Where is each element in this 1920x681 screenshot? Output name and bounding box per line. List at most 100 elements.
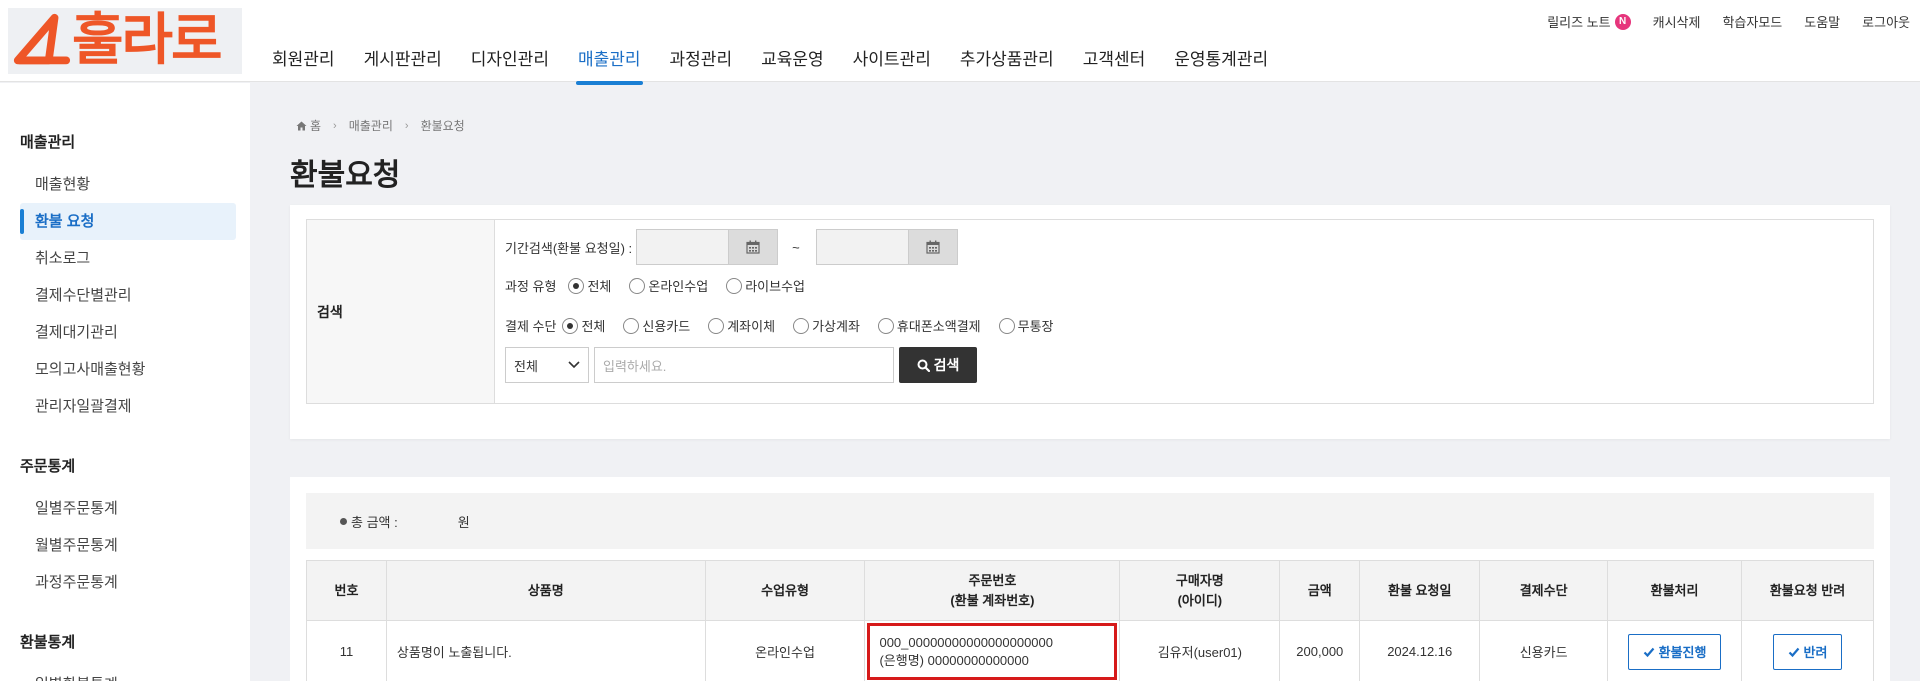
nav-addon[interactable]: 추가상품관리: [960, 40, 1054, 85]
chevron-right-icon: ›: [333, 119, 337, 132]
cache-delete-link[interactable]: 캐시삭제: [1653, 12, 1701, 31]
refund-list-panel: 총 금액 : 원 번호 상품명 수업유형 주문번호 (환불 계좌번호) 구매자명(…: [290, 477, 1890, 681]
top-header: 훌라로 회원관리 게시판관리 디자인관리 매출관리 과정관리 교육운영 사이트관…: [0, 0, 1920, 85]
date-range-separator: ~: [792, 239, 800, 255]
refund-process-button[interactable]: 환불진행: [1627, 633, 1722, 670]
breadcrumb-sales[interactable]: 매출관리: [349, 117, 393, 134]
total-amount-bar: 총 금액 : 원: [306, 493, 1874, 549]
search-button[interactable]: 검색: [899, 347, 977, 383]
start-date-calendar-button[interactable]: [728, 229, 779, 265]
logout-link[interactable]: 로그아웃: [1862, 12, 1910, 31]
sidebar-item-sales-status[interactable]: 매출현황: [20, 166, 236, 203]
sidebar-item-refund-request[interactable]: 환불 요청: [20, 203, 236, 240]
sidebar-item-admin-bulk-payment[interactable]: 관리자일괄결제: [20, 388, 236, 425]
cell-payment: 신용카드: [1479, 620, 1609, 681]
check-icon: [1643, 647, 1654, 657]
nav-stats[interactable]: 운영통계관리: [1174, 40, 1268, 85]
col-payment: 결제수단: [1479, 560, 1609, 621]
nav-sales[interactable]: 매출관리: [575, 40, 643, 85]
utility-links: 릴리즈 노트 N 캐시삭제 학습자모드 도움말 로그아웃: [1525, 12, 1910, 31]
logo-text: 훌라로: [72, 8, 223, 73]
check-icon: [1788, 647, 1799, 657]
total-amount-unit: 원: [457, 514, 470, 530]
payment-radio-card[interactable]: 신용카드: [623, 316, 690, 335]
nav-course[interactable]: 과정관리: [670, 40, 733, 85]
release-notes-label: 릴리즈 노트: [1547, 15, 1611, 30]
nav-support[interactable]: 고객센터: [1083, 40, 1146, 85]
col-no: 번호: [306, 560, 387, 621]
col-amount: 금액: [1279, 560, 1361, 621]
payment-method-row: 결제 수단 전체 신용카드 계좌이체 가상계좌 휴대폰소액결제 무통장: [505, 316, 1072, 335]
sidebar-item-daily-order[interactable]: 일별주문통계: [20, 490, 236, 527]
course-type-radio-online[interactable]: 온라인수업: [629, 276, 708, 295]
col-product: 상품명: [385, 560, 706, 621]
breadcrumb-current: 환불요청: [420, 119, 465, 133]
calendar-icon: [746, 240, 760, 254]
sidebar-item-mock-exam-sales[interactable]: 모의고사매출현황: [20, 351, 236, 388]
sidebar-group-title: 환불통계: [20, 634, 76, 651]
cell-amount: 200,000: [1279, 620, 1361, 681]
logo-icon: [13, 13, 71, 65]
learner-mode-link[interactable]: 학습자모드: [1722, 12, 1782, 31]
radio-unchecked: [877, 317, 894, 334]
search-button-label: 검색: [933, 357, 960, 373]
payment-radio-virtual-account[interactable]: 가상계좌: [793, 316, 860, 335]
period-label: 기간검색(환불 요청일) :: [505, 240, 633, 256]
brand-logo[interactable]: 훌라로: [8, 8, 242, 74]
payment-radio-transfer[interactable]: 계좌이체: [708, 316, 775, 335]
search-panel: 검색 기간검색(환불 요청일) : ~ 과정 유형 전체 온라인수업 라이브수업…: [290, 205, 1890, 439]
col-class-type: 수업유형: [704, 560, 866, 621]
cell-no: 11: [306, 620, 387, 681]
end-date-calendar-button[interactable]: [907, 229, 958, 265]
col-request-date: 환불 요청일: [1359, 560, 1481, 621]
course-type-radio-all[interactable]: 전체: [568, 276, 611, 295]
keyword-input[interactable]: 입력하세요.: [594, 347, 894, 383]
sidebar-item-cancel-log[interactable]: 취소로그: [20, 240, 236, 277]
radio-checked: [562, 317, 579, 334]
start-date-input[interactable]: [636, 229, 729, 265]
chevron-down-icon: [568, 361, 580, 369]
search-icon: [917, 359, 930, 372]
sidebar-group-title: 매출관리: [20, 134, 76, 151]
radio-unchecked: [726, 277, 743, 294]
radio-unchecked: [998, 317, 1015, 334]
cell-buyer: 김유저(user01): [1119, 620, 1281, 681]
nav-member[interactable]: 회원관리: [272, 40, 335, 85]
payment-radio-bank-deposit[interactable]: 무통장: [998, 316, 1054, 335]
nav-site[interactable]: 사이트관리: [853, 40, 931, 85]
sidebar-item-payment-pending[interactable]: 결제대기관리: [20, 314, 236, 351]
radio-checked: [568, 277, 585, 294]
course-type-radio-live[interactable]: 라이브수업: [726, 276, 805, 295]
cell-class-type: 온라인수업: [704, 620, 866, 681]
col-reject: 환불요청 반려: [1741, 560, 1874, 621]
nav-education[interactable]: 교육운영: [761, 40, 824, 85]
nav-design[interactable]: 디자인관리: [471, 40, 549, 85]
radio-unchecked: [629, 277, 646, 294]
main-nav: 회원관리 게시판관리 디자인관리 매출관리 과정관리 교육운영 사이트관리 추가…: [272, 40, 1297, 85]
breadcrumb-home[interactable]: 홈: [310, 117, 321, 134]
sidebar-item-daily-refund[interactable]: 일별환불통계: [20, 666, 236, 681]
sidebar-item-monthly-order[interactable]: 월별주문통계: [20, 527, 236, 564]
page-title: 환불요청: [290, 159, 401, 192]
table-row: 11 상품명이 노출됩니다. 온라인수업 000_000000000000000…: [306, 620, 1874, 681]
cell-request-date: 2024.12.16: [1359, 620, 1481, 681]
period-row: 기간검색(환불 요청일) : ~: [505, 229, 958, 265]
sidebar: 매출관리 매출현황 환불 요청 취소로그 결제수단별관리 결제대기관리 모의고사…: [0, 83, 250, 681]
refund-reject-button[interactable]: 반려: [1772, 633, 1843, 670]
home-icon: [296, 121, 307, 130]
cell-process: 환불진행: [1607, 620, 1742, 681]
search-field-value: 전체: [514, 358, 538, 374]
search-field-select[interactable]: 전체: [505, 347, 589, 383]
radio-unchecked: [623, 317, 640, 334]
help-link[interactable]: 도움말: [1804, 12, 1840, 31]
search-label: 검색: [307, 220, 495, 403]
release-notes-link[interactable]: 릴리즈 노트 N: [1547, 12, 1631, 31]
payment-radio-all[interactable]: 전체: [562, 316, 605, 335]
radio-unchecked: [708, 317, 725, 334]
breadcrumb: 홈 › 매출관리 › 환불요청: [296, 117, 465, 134]
end-date-input[interactable]: [815, 229, 908, 265]
sidebar-item-payment-method[interactable]: 결제수단별관리: [20, 277, 236, 314]
sidebar-item-course-order[interactable]: 과정주문통계: [20, 564, 236, 601]
nav-board[interactable]: 게시판관리: [364, 40, 442, 85]
payment-radio-mobile[interactable]: 휴대폰소액결제: [877, 316, 981, 335]
